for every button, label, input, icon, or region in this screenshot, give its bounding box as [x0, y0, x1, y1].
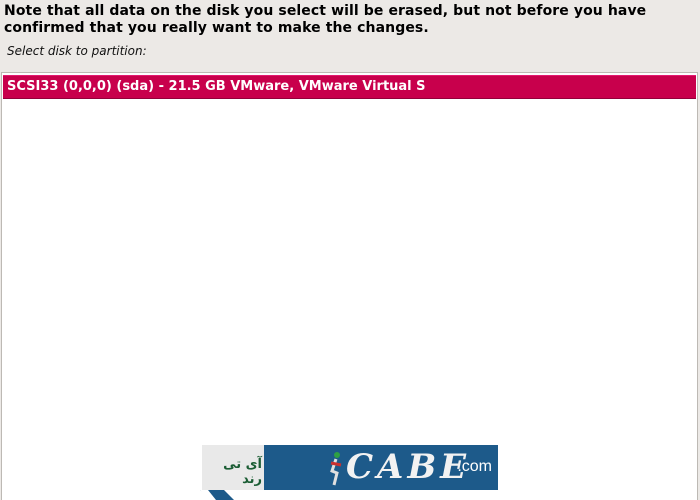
watermark-logo: آی تی رند CABE .com	[202, 445, 498, 490]
watermark-persian-text: آی تی رند	[223, 457, 262, 487]
disk-list[interactable]: SCSI33 (0,0,0) (sda) - 21.5 GB VMware, V…	[1, 72, 698, 500]
erase-warning-text: Note that all data on the disk you selec…	[4, 3, 647, 36]
runner-figure-icon	[330, 452, 342, 486]
partition-disk-screen: Note that all data on the disk you selec…	[0, 0, 700, 500]
disk-item-sda[interactable]: SCSI33 (0,0,0) (sda) - 21.5 GB VMware, V…	[3, 75, 696, 99]
watermark-banner: CABE .com	[264, 445, 498, 490]
watermark-letters: CABE	[346, 447, 471, 487]
watermark-domain-suffix: .com	[457, 458, 492, 475]
watermark-corner-decoration	[200, 490, 234, 500]
select-disk-label: Select disk to partition:	[7, 44, 147, 58]
